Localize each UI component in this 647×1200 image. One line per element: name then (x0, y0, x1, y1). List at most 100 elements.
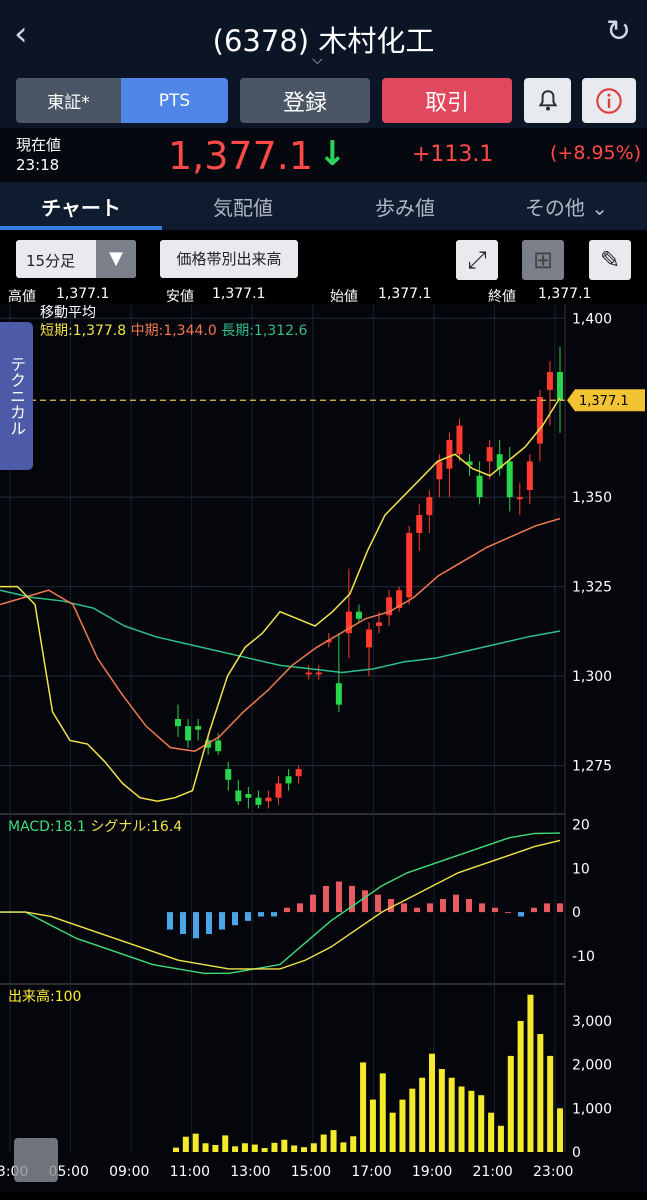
technical-tab[interactable]: テクニカル (0, 322, 33, 470)
bell-icon[interactable] (524, 78, 571, 123)
volume-bar (507, 1055, 514, 1152)
signal-label: シグナル:16.4 (90, 819, 183, 835)
volume-bar (557, 1108, 563, 1152)
tab-other[interactable]: その他 ⌄ (486, 192, 647, 221)
macd-hist-bar (557, 903, 563, 913)
price-tick-label: 1,400 (572, 311, 612, 327)
macd-hist-bar (323, 885, 329, 913)
candle (265, 797, 272, 802)
stock-chart[interactable]: 1,2751,3001,3251,3501,40003:0005:0009:00… (0, 304, 647, 1192)
tab-quotes[interactable]: 気配値 (162, 192, 324, 221)
volume-bar (241, 1143, 248, 1152)
macd-hist-bar (362, 890, 368, 913)
volume-bar (419, 1077, 426, 1152)
volume-tick-label: 3,000 (572, 1014, 612, 1030)
candle (225, 769, 232, 780)
macd-hist-bar (531, 907, 537, 913)
candle (295, 769, 302, 777)
register-button[interactable]: 登録 (240, 78, 370, 123)
macd-tick-label: -10 (572, 949, 595, 965)
tab-ticks[interactable]: 歩み値 (324, 192, 486, 221)
volume-bar (409, 1088, 416, 1152)
app-header: ‹ (6378) 木村化工 ⌵ ↻ (0, 0, 647, 74)
candle (416, 515, 423, 533)
volume-bar (281, 1139, 288, 1152)
candle (516, 497, 523, 500)
price-tick-label: 1,300 (572, 669, 612, 685)
ma-mid-label: 中期:1,344.0 (130, 323, 217, 339)
macd-hist-bar (284, 907, 290, 913)
candle (526, 461, 533, 491)
volume-bar (369, 1099, 376, 1152)
tab-bar: チャート 気配値 歩み値 その他 ⌄ (0, 182, 647, 230)
trade-button[interactable]: 取引 (382, 78, 512, 123)
price-label: 現在値 (16, 136, 62, 154)
volume-bar (340, 1142, 347, 1152)
period-value: 15分足 (26, 252, 76, 270)
time-tick-label: 17:00 (351, 1164, 391, 1180)
open-label: 始値 (330, 289, 358, 305)
volume-tick-label: 0 (572, 1145, 581, 1161)
last-price-label: 1,377.1 (579, 394, 629, 409)
grid-icon[interactable]: ⊞ (522, 240, 564, 280)
expand-icon[interactable]: ⤢ (456, 240, 498, 280)
macd-hist-bar (440, 899, 446, 913)
price-tick-label: 1,350 (572, 490, 612, 506)
candle (506, 461, 513, 498)
volume-bar (291, 1145, 298, 1152)
candle (235, 790, 242, 802)
high-label: 高値 (8, 289, 36, 305)
price-bar: 現在値 23:18 1,377.1 ↓ +113.1 (+8.95%) (0, 128, 647, 182)
volume-bar (448, 1077, 455, 1152)
period-select[interactable]: 15分足 ▼ (16, 240, 136, 278)
macd-hist-bar (505, 912, 511, 914)
volume-bar (547, 1055, 554, 1152)
scroll-handle[interactable] (14, 1138, 58, 1182)
candle (285, 776, 292, 784)
macd-hist-bar (453, 894, 459, 913)
time-tick-label: 09:00 (109, 1164, 149, 1180)
time-tick-label: 21:00 (472, 1164, 512, 1180)
time-tick-label: 19:00 (412, 1164, 452, 1180)
price-change-pct: (+8.95%) (550, 142, 642, 164)
candle (486, 447, 493, 462)
low-value: 1,377.1 (212, 286, 266, 302)
market-tosho-button[interactable]: 東証* (16, 78, 121, 123)
price-time: 23:18 (16, 156, 60, 174)
chart-toolbar: 15分足 ▼ 価格帯別出来高 ⤢ ⊞ ✎ (0, 230, 647, 286)
close-value: 1,377.1 (538, 286, 592, 302)
candle (536, 397, 543, 444)
macd-hist-bar (167, 912, 173, 930)
info-icon[interactable] (582, 78, 636, 123)
volume-profile-button[interactable]: 価格帯別出来高 (160, 240, 298, 278)
tab-chart[interactable]: チャート (0, 192, 162, 221)
volume-tick-label: 2,000 (572, 1058, 612, 1074)
chevron-down-icon[interactable]: ⌵ (312, 52, 323, 68)
close-label: 終値 (488, 289, 516, 305)
pen-icon[interactable]: ✎ (589, 240, 631, 280)
volume-bar (350, 1136, 357, 1152)
time-tick-label: 13:00 (230, 1164, 270, 1180)
price-tick-label: 1,275 (572, 758, 612, 774)
candle (195, 726, 202, 730)
volume-bar (517, 1020, 524, 1152)
candle (476, 475, 483, 498)
refresh-icon[interactable]: ↻ (606, 14, 631, 49)
candle (436, 461, 443, 480)
volume-bar (222, 1135, 229, 1152)
macd-hist-bar (466, 899, 472, 913)
volume-bar (261, 1148, 268, 1152)
chevron-down-icon[interactable]: ▼ (96, 240, 136, 278)
volume-bar (301, 1147, 307, 1152)
macd-hist-bar (518, 912, 524, 917)
macd-legend: MACD:18.1 シグナル:16.4 (8, 816, 182, 836)
volume-bar (488, 1112, 495, 1152)
market-pts-button[interactable]: PTS (121, 78, 228, 123)
candle (456, 425, 463, 455)
volume-bar (497, 1125, 504, 1152)
macd-hist-bar (232, 912, 238, 926)
price-change: +113.1 (412, 142, 494, 167)
time-tick-label: 15:00 (291, 1164, 331, 1180)
volume-bar (438, 1069, 445, 1152)
macd-label: MACD:18.1 (8, 819, 86, 835)
